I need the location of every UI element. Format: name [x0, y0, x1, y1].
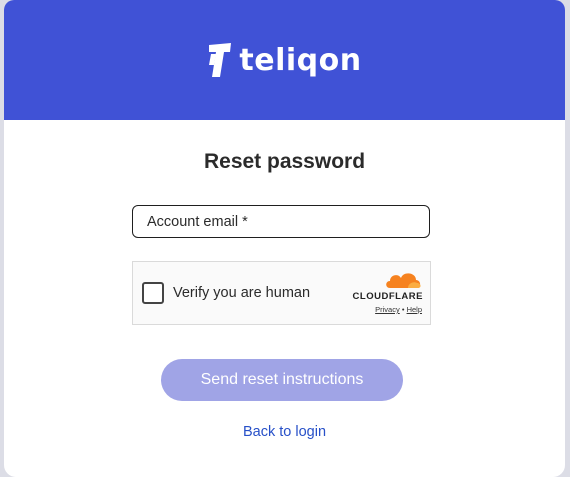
email-field[interactable]: Account email * [132, 205, 430, 238]
captcha-label: Verify you are human [173, 285, 311, 301]
brand-name: teliqon [239, 42, 362, 78]
reset-card: teliqon Reset password Account email * V… [4, 0, 565, 477]
privacy-link[interactable]: Privacy [375, 305, 400, 314]
back-to-login-link[interactable]: Back to login [4, 424, 565, 440]
help-link[interactable]: Help [407, 305, 422, 314]
captcha-checkbox[interactable] [142, 282, 164, 304]
cloudflare-wordmark: CLOUDFLARE [352, 291, 423, 302]
teliqon-logo-icon [209, 43, 232, 77]
page-title: Reset password [203, 150, 366, 173]
captcha-links: Privacy • Help [375, 305, 422, 314]
captcha-widget: Verify you are human CLOUDFLARE Privacy … [132, 261, 431, 325]
email-field-label: Account email * [147, 213, 248, 230]
cloudflare-cloud-icon [386, 273, 421, 288]
brand-logo: teliqon [207, 41, 361, 79]
link-separator: • [401, 305, 405, 314]
header-banner: teliqon [4, 0, 565, 120]
send-reset-button[interactable]: Send reset instructions [161, 359, 403, 401]
